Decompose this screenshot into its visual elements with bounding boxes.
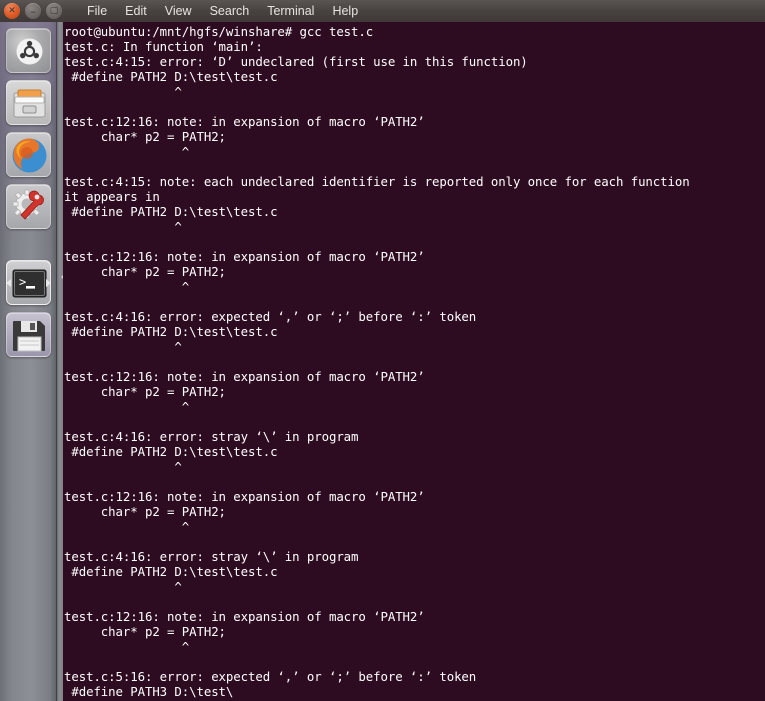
launcher-item-terminal[interactable]: > xyxy=(6,260,51,305)
terminal-line: test.c:4:15: note: each undeclared ident… xyxy=(64,174,697,189)
terminal-line: test.c:12:16: note: in expansion of macr… xyxy=(64,114,425,129)
minimize-button[interactable]: – xyxy=(25,3,41,19)
svg-text:>: > xyxy=(19,275,26,289)
terminal-line: #define PATH2 D:\test\test.c xyxy=(64,324,278,339)
terminal-line: ^ xyxy=(64,84,182,99)
terminal-line: #define PATH3 D:\test\ xyxy=(64,684,234,699)
terminal-lines: root@ubuntu:/mnt/hgfs/winshare# gcc test… xyxy=(64,24,765,701)
maximize-button[interactable]: ▢ xyxy=(46,3,62,19)
terminal-line: ^ xyxy=(64,339,182,354)
launcher-item-dash-home[interactable] xyxy=(6,28,51,73)
launcher-item-save-tool[interactable] xyxy=(6,312,51,357)
terminal-line: char* p2 = PATH2; xyxy=(64,384,226,399)
terminal-line: ^ xyxy=(64,459,182,474)
terminal-line: test.c:4:16: error: stray ‘\’ in program xyxy=(64,549,359,564)
terminal-line: test.c:12:16: note: in expansion of macr… xyxy=(64,369,425,384)
menu-file[interactable]: File xyxy=(78,0,116,22)
terminal-line: ^ xyxy=(64,579,182,594)
terminal-line: test.c:4:16: error: stray ‘\’ in program xyxy=(64,429,359,444)
desktop-root: > ✕ – ▢ File Edit View Search Terminal H… xyxy=(0,0,765,701)
terminal-line: #define PATH2 D:\test\test.c xyxy=(64,204,278,219)
terminal-line: char* p2 = PATH2; xyxy=(64,129,226,144)
window-titlebar: ✕ – ▢ File Edit View Search Terminal Hel… xyxy=(0,0,765,22)
terminal-window: ✕ – ▢ File Edit View Search Terminal Hel… xyxy=(0,0,765,701)
firefox-icon xyxy=(6,132,51,177)
terminal-line: root@ubuntu:/mnt/hgfs/winshare# gcc test… xyxy=(64,24,374,39)
terminal-body: root@ubuntu:/mnt/hgfs/winshare# gcc test… xyxy=(57,22,765,701)
terminal-line: test.c:4:15: error: ‘D’ undeclared (firs… xyxy=(64,54,528,69)
gear-wrench-icon xyxy=(6,184,51,229)
launcher-item-system-settings[interactable] xyxy=(6,184,51,229)
terminal-line: #define PATH2 D:\test\test.c xyxy=(64,444,278,459)
maximize-icon: ▢ xyxy=(49,5,59,16)
close-icon: ✕ xyxy=(8,5,16,16)
window-controls: ✕ – ▢ xyxy=(4,3,62,19)
terminal-line: ^ xyxy=(64,219,182,234)
ubuntu-logo-icon xyxy=(6,28,51,73)
terminal-output-area[interactable]: root@ubuntu:/mnt/hgfs/winshare# gcc test… xyxy=(63,22,765,701)
terminal-line: it appears in xyxy=(64,189,160,204)
terminal-line: test.c:12:16: note: in expansion of macr… xyxy=(64,609,425,624)
terminal-line: test.c:5:16: error: expected ‘,’ or ‘;’ … xyxy=(64,669,477,684)
close-button[interactable]: ✕ xyxy=(4,3,20,19)
menu-edit[interactable]: Edit xyxy=(116,0,156,22)
menubar: File Edit View Search Terminal Help xyxy=(78,0,367,22)
minimize-icon: – xyxy=(30,4,36,18)
menu-search[interactable]: Search xyxy=(201,0,259,22)
terminal-line: char* p2 = PATH2; xyxy=(64,624,226,639)
menu-view[interactable]: View xyxy=(156,0,201,22)
terminal-line: char* p2 = PATH2; xyxy=(64,504,226,519)
terminal-line: test.c:12:16: note: in expansion of macr… xyxy=(64,249,425,264)
terminal-line: #define PATH2 D:\test\test.c xyxy=(64,564,278,579)
running-indicator-right xyxy=(46,278,51,287)
terminal-line: char* p2 = PATH2; xyxy=(64,264,226,279)
launcher-item-firefox[interactable] xyxy=(6,132,51,177)
floppy-disk-icon xyxy=(6,312,51,357)
unity-launcher: > xyxy=(0,0,57,701)
terminal-icon: > xyxy=(6,260,51,305)
menu-terminal[interactable]: Terminal xyxy=(258,0,323,22)
file-cabinet-icon xyxy=(6,80,51,125)
terminal-line: ^ xyxy=(64,279,190,294)
terminal-line: test.c:4:16: error: expected ‘,’ or ‘;’ … xyxy=(64,309,477,324)
terminal-line: ^ xyxy=(64,144,190,159)
running-indicator-left xyxy=(6,278,11,287)
terminal-line: ^ xyxy=(64,639,190,654)
menu-help[interactable]: Help xyxy=(323,0,367,22)
terminal-line: ^ xyxy=(64,399,190,414)
terminal-line: #define PATH2 D:\test\test.c xyxy=(64,69,278,84)
launcher-item-files[interactable] xyxy=(6,80,51,125)
terminal-line: test.c: In function ‘main’: xyxy=(64,39,263,54)
terminal-line: test.c:12:16: note: in expansion of macr… xyxy=(64,489,425,504)
terminal-line: ^ xyxy=(64,519,190,534)
